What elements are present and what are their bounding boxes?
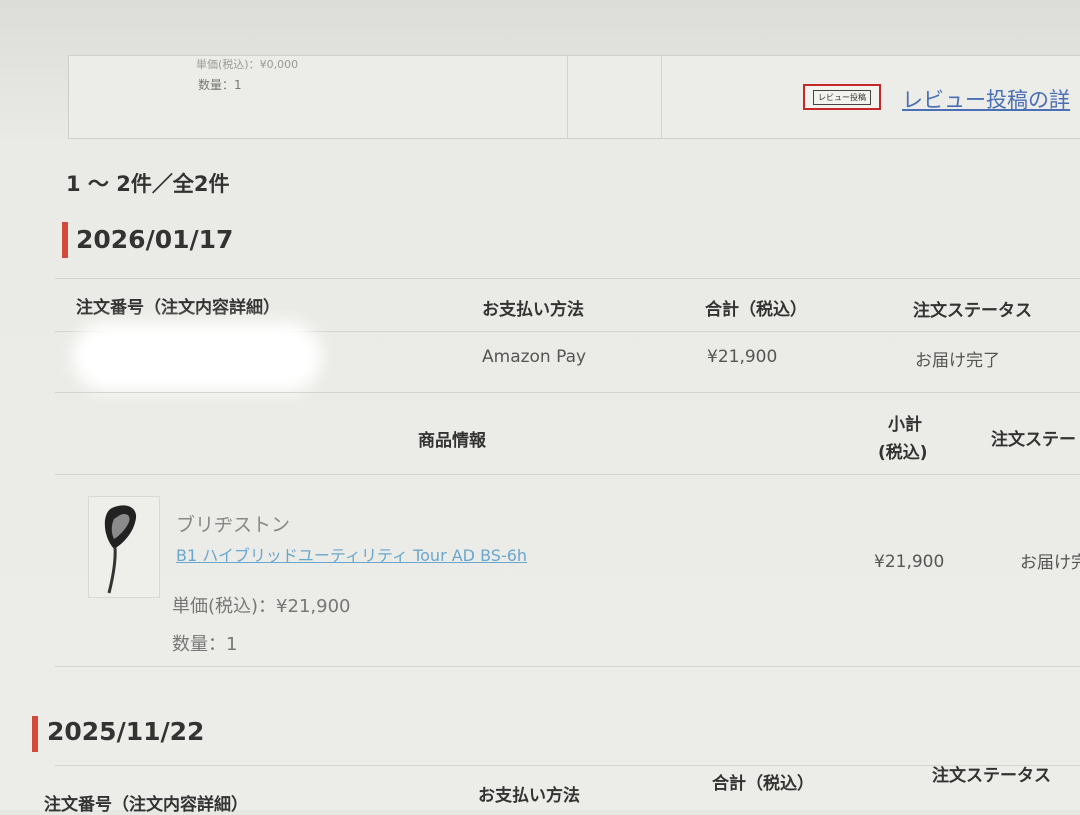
table-row-line [55, 666, 1080, 667]
item-status-header: 注文ステー [991, 430, 1076, 450]
total-header: 合計（税込） [705, 300, 807, 320]
payment-header: お支払い方法 [482, 300, 584, 320]
product-brand: ブリヂストン [176, 514, 291, 536]
order-number-header: 注文番号（注文内容詳細） [44, 795, 248, 815]
tax-included-label: (税込) [878, 443, 928, 463]
golf-club-icon[interactable] [88, 496, 160, 598]
table-divider [567, 56, 568, 138]
total-header: 合計（税込） [712, 774, 814, 794]
product-link[interactable]: B1 ハイブリッドユーティリティ Tour AD BS-6h [176, 542, 527, 566]
order-history-page: 単価(税込)：¥0,000 数量：1 レビュー投稿 レビュー投稿の詳 1 ～ 2… [0, 0, 1080, 815]
product-info-header: 商品情報 [418, 431, 486, 451]
product-subtotal: ¥21,900 [874, 552, 945, 572]
status-header: 注文ステータス [913, 301, 1032, 321]
total-value: ¥21,900 [707, 347, 778, 367]
payment-value: Amazon Pay [482, 347, 587, 367]
date-accent-bar [62, 222, 68, 258]
table-row-line [55, 392, 1080, 393]
previous-unit-price: 単価(税込)：¥0,000 [196, 58, 299, 71]
date-accent-bar [32, 716, 38, 752]
table-top-line [55, 765, 1080, 766]
redacted-order-number [72, 322, 322, 392]
previous-quantity: 数量：1 [198, 78, 242, 92]
result-count: 1 ～ 2件／全2件 [66, 172, 230, 196]
subtotal-header: 小計 [888, 415, 922, 435]
order-number-header: 注文番号（注文内容詳細） [76, 298, 280, 318]
table-top-line [55, 278, 1080, 279]
order-date: 2026/01/17 [76, 225, 234, 254]
review-submit-button[interactable]: レビュー投稿 [803, 84, 881, 110]
status-value: お届け完了 [915, 351, 1000, 371]
product-status: お届け完 [1020, 553, 1080, 573]
status-header: 注文ステータス [932, 766, 1051, 786]
review-detail-link[interactable]: レビュー投稿の詳 [902, 84, 1070, 114]
table-divider [661, 56, 662, 138]
table-row-line [55, 474, 1080, 475]
order-date: 2025/11/22 [47, 717, 205, 746]
product-quantity: 数量：1 [172, 634, 238, 655]
payment-header: お支払い方法 [478, 786, 580, 806]
product-unit-price: 単価(税込)：¥21,900 [172, 596, 351, 617]
review-button-label: レビュー投稿 [813, 89, 871, 105]
